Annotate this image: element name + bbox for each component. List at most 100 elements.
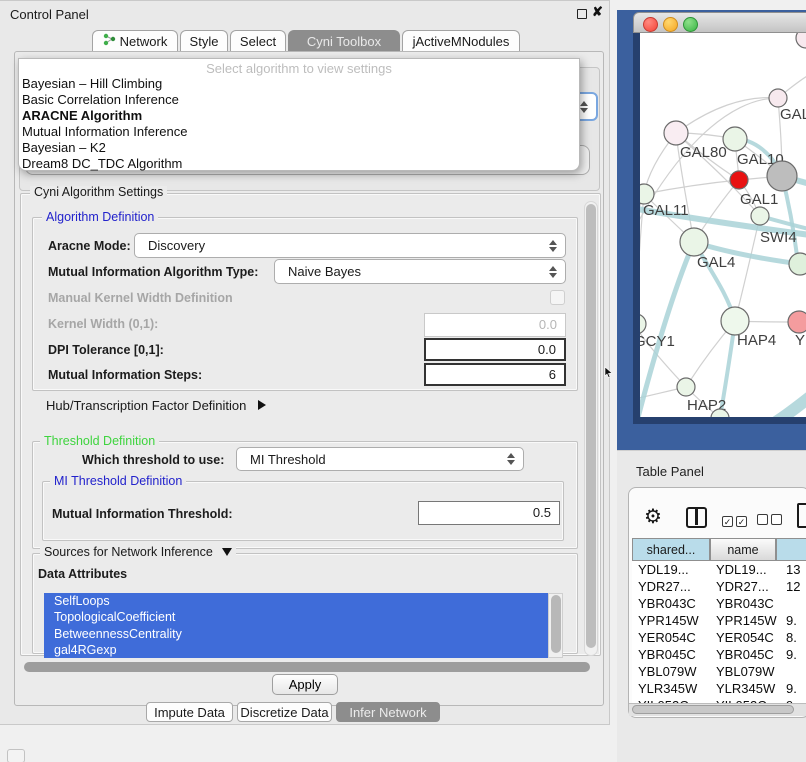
table-row[interactable]: YER054C YER054C 8.	[632, 629, 806, 646]
algorithm-definition-title: Algorithm Definition	[42, 211, 158, 224]
network-edge[interactable]	[750, 385, 806, 417]
close-icon[interactable]: ✘	[592, 4, 603, 20]
table-row[interactable]: YDR27...YDR27...12	[632, 578, 806, 595]
bottom-tab-impute-data[interactable]: Impute Data	[146, 702, 233, 722]
network-node-y[interactable]	[788, 311, 806, 333]
table-row[interactable]: YLR345WYLR345W9.	[632, 680, 806, 697]
attribute-item[interactable]: BetweennessCentrality	[44, 626, 548, 642]
network-node-gal4[interactable]	[680, 228, 708, 256]
close-traffic-light-icon[interactable]	[643, 17, 658, 32]
table-panel-title: Table Panel	[636, 464, 704, 479]
algorithm-option[interactable]: Dream8 DC_TDC Algorithm	[22, 156, 572, 172]
collapse-down-icon[interactable]	[222, 548, 232, 556]
table-row[interactable]: YBR045CYBR045C9.	[632, 646, 806, 663]
mi-steps-label: Mutual Information Steps:	[48, 368, 202, 382]
network-view-canvas[interactable]: GALGAL80GAL10GAL1GAL11GAL4SWI4GCY1HAP4YH…	[633, 33, 806, 424]
table-row[interactable]: YBL079W YBL079W	[632, 663, 806, 680]
attributes-scrollbar-thumb[interactable]	[551, 595, 561, 653]
tab-cyni-toolbox[interactable]: Cyni Toolbox	[288, 30, 400, 51]
network-node-gcy1[interactable]	[640, 314, 646, 334]
settings-hscrollbar-thumb[interactable]	[24, 662, 590, 672]
table-cell: YBR043C	[716, 595, 774, 612]
column-header[interactable]	[776, 538, 806, 561]
algorithm-option[interactable]: Bayesian – Hill Climbing	[22, 76, 572, 92]
hub-definition-toggle[interactable]: Hub/Transcription Factor Definition	[46, 398, 266, 413]
network-node-hap4[interactable]	[721, 307, 749, 335]
attribute-item[interactable]: gal4RGexp	[44, 642, 548, 658]
minimize-traffic-light-icon[interactable]	[663, 17, 678, 32]
network-node[interactable]	[767, 161, 797, 191]
mi-steps-field[interactable]: 6	[424, 363, 566, 386]
table-cell: 8.	[786, 629, 797, 646]
network-node-gal1[interactable]	[730, 171, 748, 189]
bottom-tab-discretize-data[interactable]: Discretize Data	[237, 702, 332, 722]
document-icon[interactable]	[797, 503, 806, 528]
control-panel-window: Control Panel ✘ NetworkStyleSelectCyni T…	[0, 0, 610, 725]
table-cell: YER054C	[716, 629, 774, 646]
network-node[interactable]	[796, 33, 806, 48]
tab-network[interactable]: Network	[92, 30, 178, 51]
network-edge[interactable]	[735, 216, 760, 321]
attribute-item[interactable]: SelfLoops	[44, 593, 548, 609]
table-cell: YDL19...	[638, 561, 689, 578]
which-threshold-combobox[interactable]: MI Threshold	[236, 447, 524, 471]
algorithm-option[interactable]: ARACNE Algorithm	[22, 108, 572, 124]
node-label: GAL4	[697, 254, 735, 271]
tab-select[interactable]: Select	[230, 30, 286, 51]
tab-label: Cyni Toolbox	[307, 34, 381, 49]
network-node-gal[interactable]	[769, 89, 787, 107]
table-cell: YER054C	[638, 629, 696, 646]
table-cell: YBR045C	[638, 646, 696, 663]
table-cell: YLR345W	[638, 680, 697, 697]
algorithm-option[interactable]: Mutual Information Inference	[22, 124, 572, 140]
network-node-hap2[interactable]	[677, 378, 695, 396]
bottom-tab-infer-network[interactable]: Infer Network	[336, 702, 440, 722]
tab-jactivemnodules[interactable]: jActiveMNodules	[402, 30, 520, 51]
mi-type-combobox[interactable]: Naive Bayes	[274, 259, 566, 284]
zoom-traffic-light-icon[interactable]	[683, 17, 698, 32]
table-hscrollbar-thumb[interactable]	[632, 705, 794, 714]
table-cell: YBL079W	[716, 663, 775, 680]
tab-style[interactable]: Style	[180, 30, 228, 51]
unchecked-boxes-icon[interactable]	[757, 512, 782, 530]
dpi-tolerance-field[interactable]: 0.0	[424, 338, 566, 361]
network-node-gal11[interactable]	[640, 184, 654, 204]
network-node-swi4[interactable]	[751, 207, 769, 225]
network-edge[interactable]	[644, 180, 739, 194]
combo-arrows-icon	[507, 453, 516, 465]
algorithm-option[interactable]: Bayesian – K2	[22, 140, 572, 156]
manual-kernel-checkbox[interactable]	[550, 290, 565, 305]
mi-threshold-field[interactable]: 0.5	[418, 501, 560, 525]
aracne-mode-label: Aracne Mode:	[48, 239, 131, 253]
node-label: GCY1	[640, 333, 675, 350]
kernel-width-field[interactable]: 0.0	[424, 313, 566, 337]
checked-boxes-icon[interactable]: ✓✓	[722, 512, 747, 530]
attribute-item[interactable]: TopologicalCoefficient	[44, 609, 548, 625]
aracne-mode-combobox[interactable]: Discovery	[134, 233, 566, 258]
column-header-shared[interactable]: shared...	[632, 538, 710, 561]
mi-threshold-group-title: MI Threshold Definition	[50, 475, 186, 488]
columns-icon[interactable]	[686, 507, 707, 528]
gear-icon[interactable]: ⚙	[644, 504, 662, 529]
table-row[interactable]: YPR145WYPR145W9.	[632, 612, 806, 629]
float-window-icon[interactable]	[577, 9, 587, 19]
data-attributes-list[interactable]: SelfLoopsTopologicalCoefficientBetweenne…	[44, 593, 548, 658]
algorithm-option[interactable]: Basic Correlation Inference	[22, 92, 572, 108]
collapsed-panel-icon[interactable]	[7, 749, 25, 762]
network-node-gal80[interactable]	[664, 121, 688, 145]
expand-right-icon[interactable]	[258, 400, 266, 410]
column-header-name[interactable]: name	[710, 538, 776, 561]
table-row[interactable]: YBR043CYBR043C	[632, 595, 806, 612]
network-window-titlebar[interactable]	[633, 12, 806, 33]
apply-button[interactable]: Apply	[272, 674, 338, 695]
network-graph[interactable]: GALGAL80GAL10GAL1GAL11GAL4SWI4GCY1HAP4YH…	[640, 33, 806, 417]
network-node-gal10[interactable]	[723, 127, 747, 151]
table-row[interactable]: YDL19...YDL19...13	[632, 561, 806, 578]
table-cell: YDR27...	[638, 578, 691, 595]
cyni-settings-group-title: Cyni Algorithm Settings	[30, 186, 167, 199]
network-node[interactable]	[789, 253, 806, 275]
sources-group-title[interactable]: Sources for Network Inference	[40, 546, 236, 559]
combo-arrows-icon	[549, 240, 558, 252]
settings-vscrollbar-thumb[interactable]	[586, 204, 596, 648]
table-cell: YBL079W	[638, 663, 697, 680]
